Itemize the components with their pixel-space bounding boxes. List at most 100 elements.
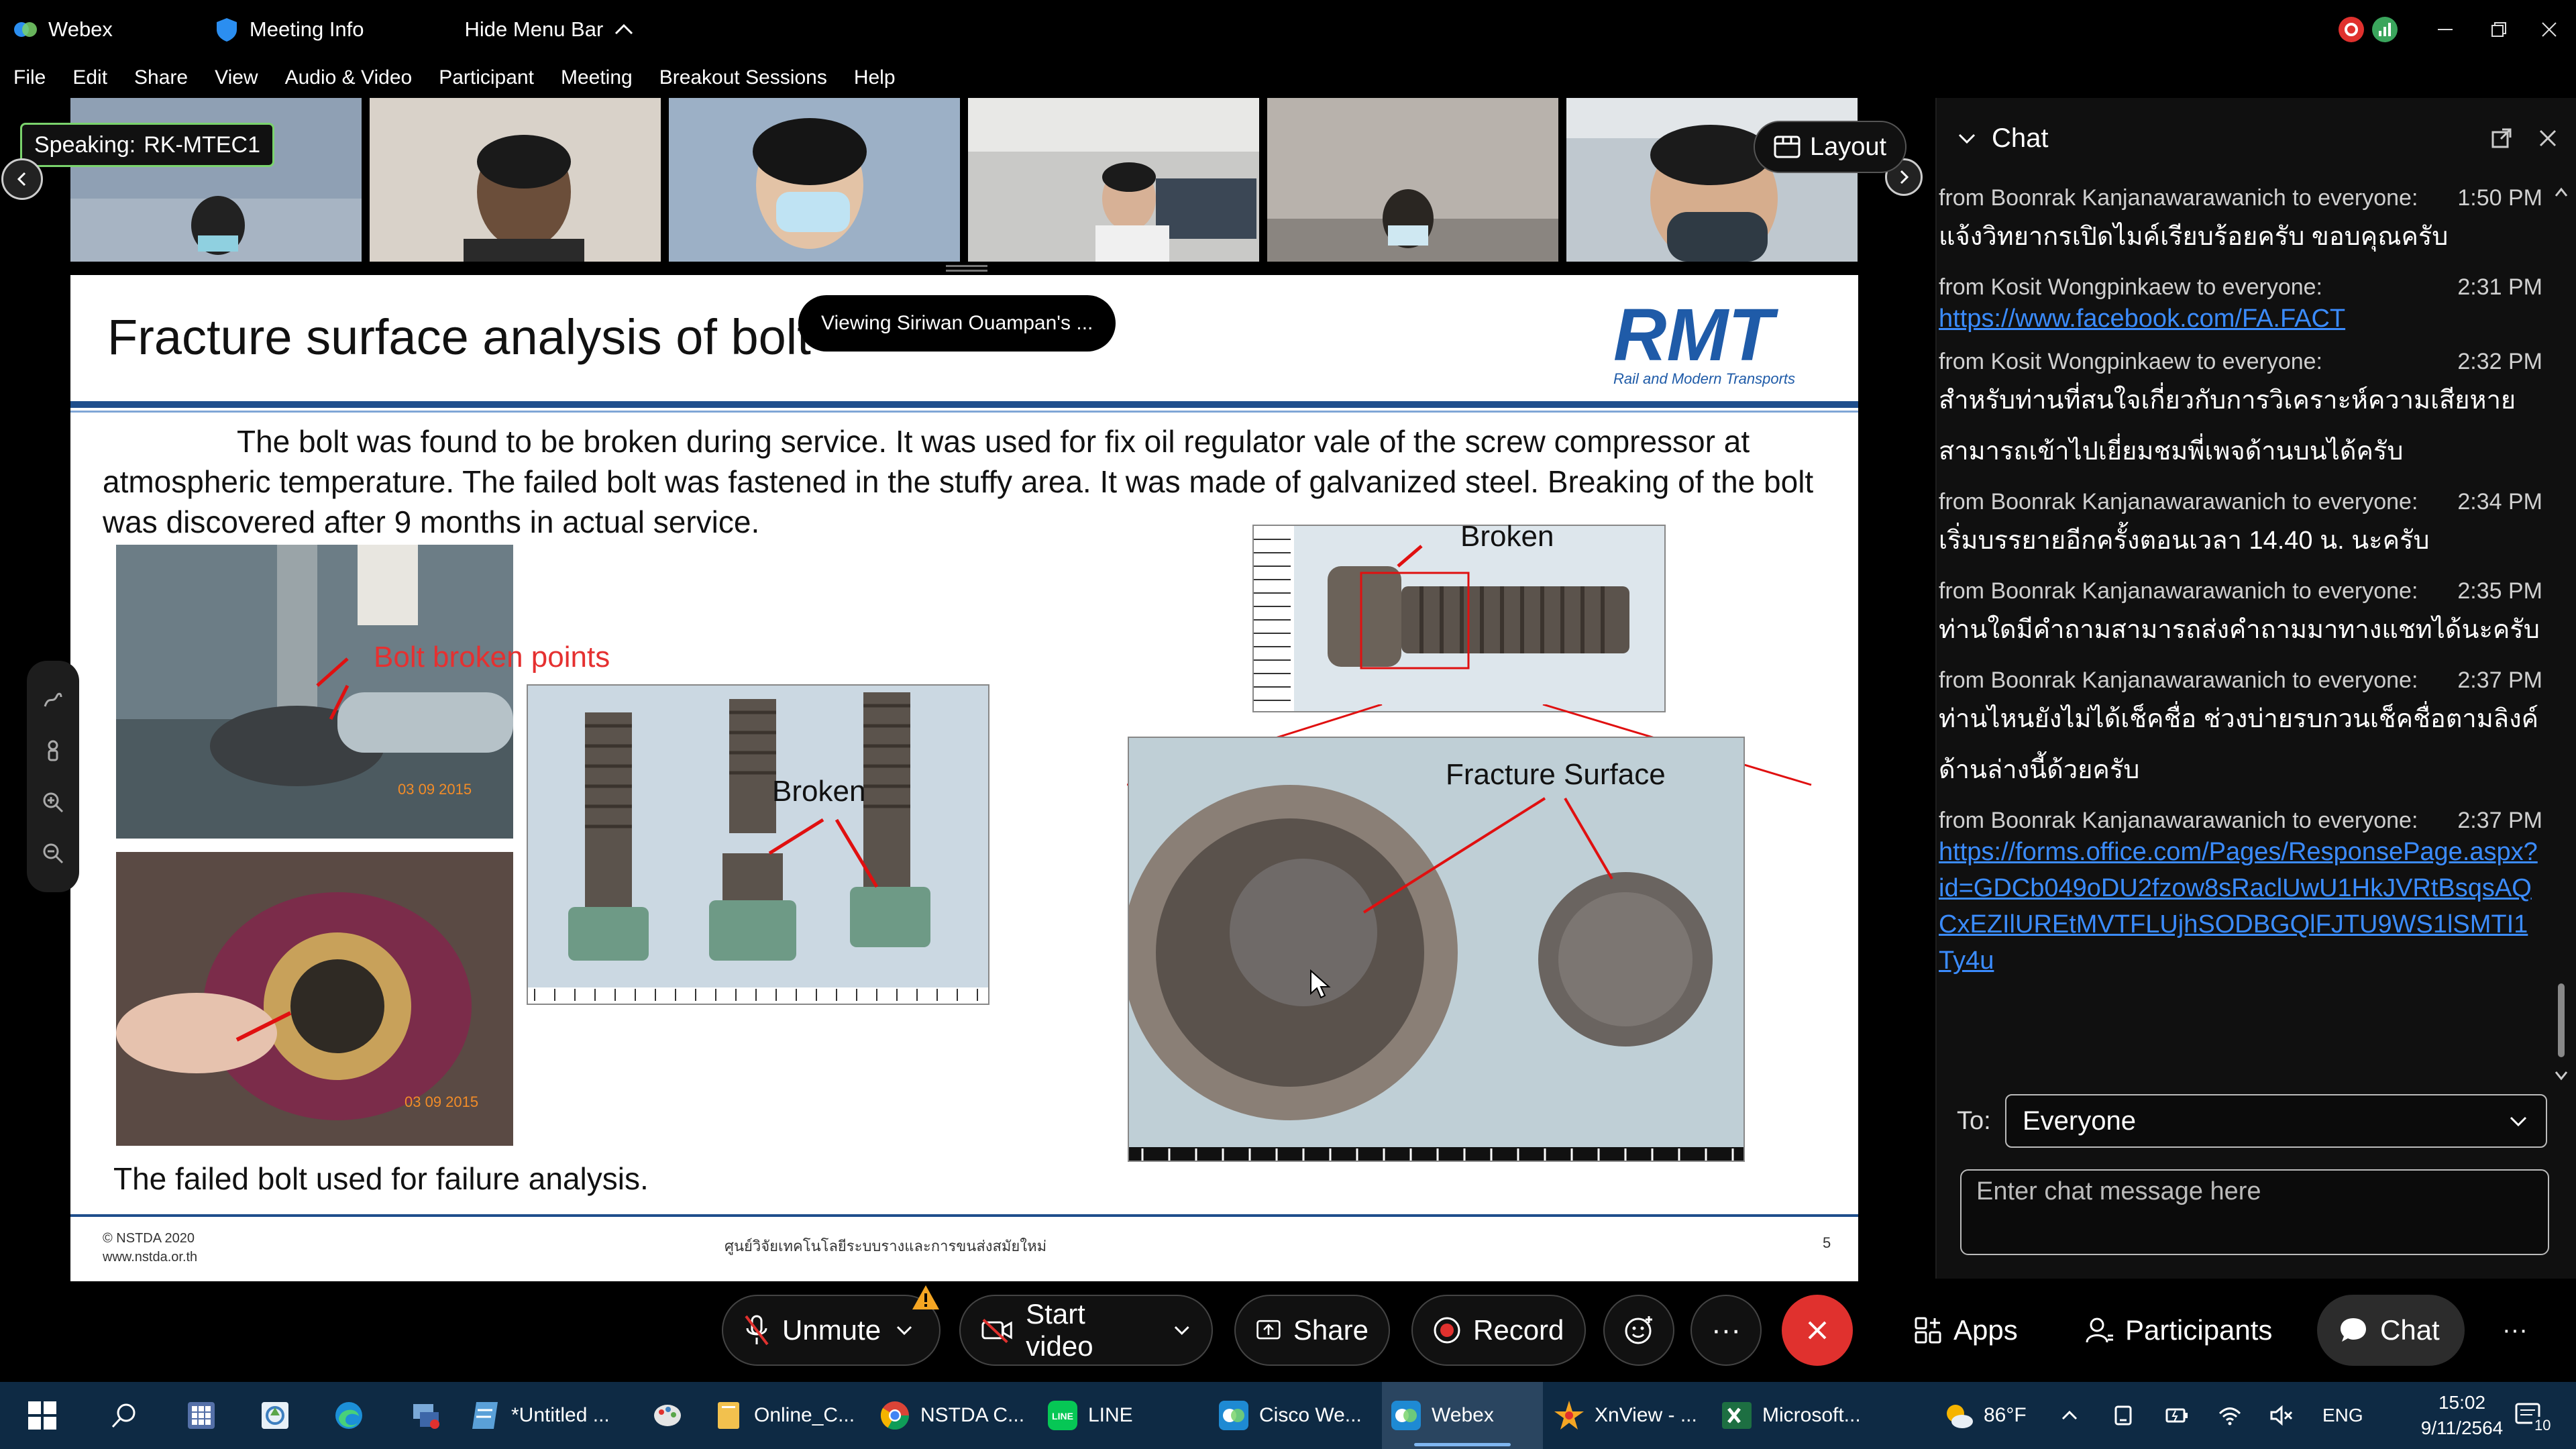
system-tool-icon[interactable] — [402, 1382, 449, 1449]
zoom-out-icon[interactable] — [41, 841, 65, 865]
slide-header-rule-thin — [70, 411, 1858, 413]
pen-icon[interactable] — [41, 688, 65, 712]
chat-scrollbar[interactable] — [2553, 185, 2570, 1084]
share-button[interactable]: Share — [1234, 1295, 1390, 1366]
taskbar-app-chrome[interactable]: NSTDA C... — [879, 1382, 1033, 1449]
overflow-menu-button[interactable]: ··· — [2502, 1295, 2528, 1366]
chat-message-input[interactable]: Enter chat message here — [1960, 1169, 2549, 1255]
weather-sunny-icon — [1947, 1405, 1973, 1428]
calculator-icon[interactable] — [178, 1382, 225, 1449]
windows-taskbar: *Untitled ... Online_C... NSTDA C... LIN… — [0, 1382, 2576, 1449]
chat-button[interactable]: Chat — [2317, 1295, 2465, 1366]
slide-footer-copyright: © NSTDA 2020 www.nstda.or.th — [103, 1229, 197, 1267]
notification-count: 10 — [2532, 1417, 2553, 1434]
participants-button[interactable]: Participants — [2085, 1295, 2272, 1366]
chat-message-link[interactable]: https://forms.office.com/Pages/ResponseP… — [1939, 834, 2542, 979]
chat-message-text: ท่านไหนยังไม่ได้เช็คชื่อ ช่วงบ่ายรบกวนเช… — [1939, 705, 2539, 784]
chat-label: Chat — [2380, 1314, 2440, 1346]
record-button[interactable]: Record — [1411, 1295, 1586, 1366]
menu-file[interactable]: File — [13, 66, 46, 89]
chat-message-list[interactable]: from Boonrak Kanjanawarawanich to everyo… — [1937, 185, 2547, 1178]
participant-video[interactable] — [1267, 98, 1558, 262]
menu-help[interactable]: Help — [854, 66, 896, 89]
color-tool-icon[interactable] — [644, 1382, 691, 1449]
participant-video[interactable] — [669, 98, 960, 262]
app-title: Webex — [12, 0, 113, 59]
menu-audio-video[interactable]: Audio & Video — [285, 66, 413, 89]
show-hidden-icons-button[interactable] — [2059, 1382, 2080, 1449]
network-health-icon[interactable] — [2365, 0, 2405, 59]
label-broken-single-bolt: Broken — [1460, 520, 1554, 553]
participant-video[interactable] — [968, 98, 1259, 262]
label-broken-three-bolts: Broken — [772, 775, 866, 808]
device-icon[interactable] — [2112, 1382, 2135, 1449]
chat-message-sender: from Boonrak Kanjanawarawanich to everyo… — [1939, 578, 2418, 604]
menu-participant[interactable]: Participant — [439, 66, 534, 89]
edge-browser-icon[interactable] — [325, 1382, 372, 1449]
taskbar-app-folder[interactable]: Online_C... — [712, 1382, 867, 1449]
participant-video[interactable] — [370, 98, 661, 262]
wifi-icon[interactable] — [2217, 1382, 2243, 1449]
start-button[interactable] — [19, 1382, 66, 1449]
apps-button[interactable]: Apps — [1913, 1295, 2018, 1366]
chat-recipient-row: To: Everyone — [1937, 1091, 2576, 1151]
more-options-button[interactable]: ··· — [1690, 1295, 1762, 1366]
strip-prev-button[interactable] — [1, 158, 43, 200]
viewing-share-notice[interactable]: Viewing Siriwan Ouampan's ... — [798, 295, 1116, 352]
notification-center-button[interactable]: 10 — [2512, 1382, 2553, 1449]
hide-menu-bar-button[interactable]: Hide Menu Bar — [465, 0, 636, 59]
chat-recipient-select[interactable]: Everyone — [2005, 1094, 2547, 1148]
menu-share[interactable]: Share — [134, 66, 188, 89]
menu-view[interactable]: View — [215, 66, 258, 89]
webex-icon — [1391, 1401, 1421, 1430]
pop-out-icon[interactable] — [2490, 127, 2513, 150]
svg-text:Rail and Modern Transports: Rail and Modern Transports — [1613, 370, 1795, 387]
chevron-down-icon[interactable] — [894, 1320, 914, 1340]
taskbar-app-notepad[interactable]: *Untitled ... — [470, 1382, 624, 1449]
zoom-in-icon[interactable] — [41, 790, 65, 814]
taskbar-app-xnview[interactable]: XnView - ... — [1553, 1382, 1707, 1449]
reactions-button[interactable] — [1603, 1295, 1674, 1366]
language-indicator[interactable]: ENG — [2322, 1382, 2363, 1449]
slide-footer-center: ศูนย์วิจัยเทคโนโลยีระบบรางและการขนส่งสมั… — [724, 1238, 1047, 1254]
excel-icon — [1722, 1402, 1752, 1429]
chat-message-time: 2:35 PM — [2457, 578, 2542, 604]
photo-date-2: 03 09 2015 — [405, 1093, 478, 1110]
start-video-button[interactable]: Start video — [959, 1295, 1213, 1366]
taskbar-app-label: XnView - ... — [1595, 1404, 1697, 1426]
line-icon: LINE — [1048, 1401, 1077, 1430]
chat-message-time: 2:32 PM — [2457, 349, 2542, 374]
taskbar-app-line[interactable]: LINE LINE — [1046, 1382, 1181, 1449]
close-window-icon[interactable] — [2522, 0, 2576, 59]
unmute-button[interactable]: Unmute — [722, 1295, 941, 1366]
menu-edit[interactable]: Edit — [72, 66, 107, 89]
chevron-down-icon[interactable] — [1172, 1320, 1191, 1340]
leave-meeting-button[interactable] — [1782, 1295, 1853, 1366]
chat-message-link[interactable]: https://www.facebook.com/FA.FACT — [1939, 301, 2542, 337]
restore-icon[interactable] — [2469, 0, 2529, 59]
meeting-info-button[interactable]: Meeting Info — [213, 0, 364, 59]
battery-icon[interactable] — [2164, 1382, 2190, 1449]
start-video-label: Start video — [1026, 1298, 1093, 1362]
search-button[interactable] — [101, 1382, 148, 1449]
minimize-icon[interactable] — [2415, 0, 2475, 59]
volume-muted-icon[interactable] — [2269, 1382, 2294, 1449]
rmt-logo: RMT Rail and Modern Transports — [1607, 294, 1821, 390]
taskbar-app-webex[interactable]: Webex — [1382, 1382, 1543, 1449]
photo-app-icon[interactable] — [252, 1382, 299, 1449]
microphone-muted-icon — [745, 1315, 769, 1346]
chevron-down-icon[interactable] — [1955, 127, 1978, 150]
menu-breakout-sessions[interactable]: Breakout Sessions — [659, 66, 827, 89]
chat-message-time: 1:50 PM — [2457, 185, 2542, 211]
chat-recipient-value: Everyone — [2023, 1106, 2136, 1136]
strip-resize-handle[interactable] — [946, 265, 987, 272]
taskbar-app-excel[interactable]: Microsoft... — [1721, 1382, 1888, 1449]
layout-button[interactable]: Layout — [1754, 121, 1907, 173]
remote-control-icon[interactable] — [41, 739, 65, 763]
taskbar-app-cisco-webex[interactable]: Cisco We... — [1218, 1382, 1372, 1449]
close-icon[interactable] — [2537, 127, 2559, 149]
layout-icon — [1774, 136, 1801, 158]
taskbar-clock[interactable]: 15:02 9/11/2564 — [2415, 1390, 2509, 1441]
weather-widget[interactable]: 86°F — [1942, 1382, 2027, 1449]
menu-meeting[interactable]: Meeting — [561, 66, 633, 89]
